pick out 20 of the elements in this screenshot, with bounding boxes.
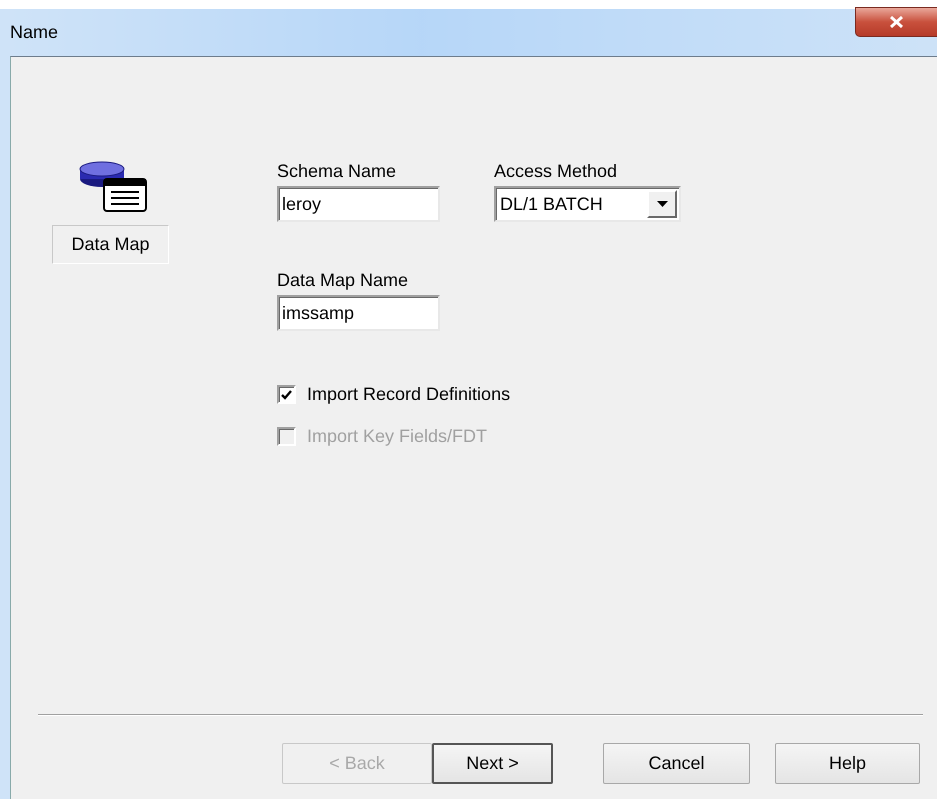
dropdown-arrow-button[interactable]: [647, 190, 677, 218]
close-button[interactable]: [855, 7, 937, 37]
caret-icon: [656, 201, 668, 207]
text-input-field[interactable]: leroy: [277, 186, 440, 222]
database-table-icon: [78, 161, 150, 213]
wizard-button[interactable]: Help: [775, 743, 920, 784]
close-icon: [890, 16, 903, 28]
text-input-field[interactable]: imssamp: [277, 295, 440, 331]
window-title: Name: [10, 22, 58, 43]
checkbox-label: Import Key Fields/FDT: [307, 426, 488, 447]
field-label: Data Map Name: [277, 270, 410, 291]
object-type-label: Data Map: [52, 225, 169, 264]
field-label: Access Method: [494, 161, 618, 182]
checkbox[interactable]: [277, 385, 296, 404]
wizard-button[interactable]: Next >: [432, 743, 553, 784]
check-mark-icon: [281, 390, 292, 400]
access-method-dropdown[interactable]: DL/1 BATCH: [494, 186, 681, 222]
wizard-button[interactable]: Cancel: [603, 743, 750, 784]
checkbox-label: Import Record Definitions: [307, 384, 510, 405]
field-label: Schema Name: [277, 161, 398, 182]
